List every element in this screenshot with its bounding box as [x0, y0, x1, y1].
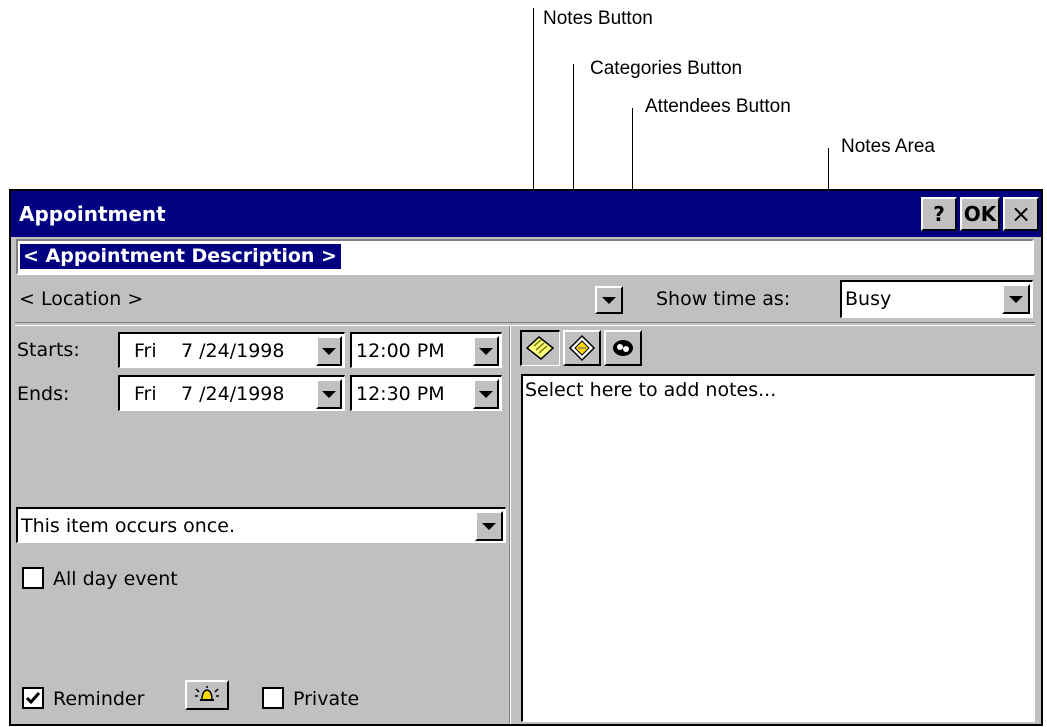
recurrence-value: This item occurs once.	[21, 515, 235, 537]
location-dropdown-button[interactable]	[595, 286, 623, 314]
bell-icon	[195, 686, 219, 701]
end-time-dropdown-button[interactable]	[473, 379, 499, 409]
help-button[interactable]: ?	[921, 197, 957, 231]
ok-button[interactable]: OK	[960, 197, 1000, 231]
start-date-field[interactable]: Fri 7 /24/1998	[118, 332, 345, 368]
callout-notes-button: Notes Button	[543, 8, 653, 29]
show-time-as-label: Show time as:	[656, 288, 791, 310]
close-button[interactable]: ×	[1003, 197, 1039, 231]
chevron-down-icon	[322, 391, 336, 398]
end-date: 7 /24/1998	[181, 383, 285, 405]
chevron-down-icon	[479, 348, 493, 355]
categories-icon	[568, 334, 596, 362]
attendees-icon	[613, 340, 633, 356]
pane-divider	[509, 326, 511, 724]
all-day-label: All day event	[53, 568, 178, 590]
chevron-down-icon	[479, 391, 493, 398]
start-date-dropdown-button[interactable]	[316, 336, 342, 366]
start-time-field[interactable]: 12:00 PM	[350, 332, 502, 368]
starts-label: Starts:	[17, 339, 80, 361]
callout-notes-area: Notes Area	[841, 136, 935, 157]
callout-attendees-button: Attendees Button	[645, 96, 791, 117]
description-field[interactable]: < Appointment Description >	[16, 239, 1034, 275]
private-label: Private	[293, 688, 360, 710]
title-bar: Appointment ? OK ×	[11, 191, 1041, 237]
end-time: 12:30 PM	[356, 383, 445, 405]
show-time-as-select[interactable]: Busy	[840, 280, 1033, 318]
reminder-checkbox[interactable]	[22, 687, 44, 709]
categories-tab-button[interactable]	[563, 330, 601, 366]
start-time: 12:00 PM	[356, 340, 445, 362]
window-title: Appointment	[19, 202, 166, 226]
notes-placeholder: Select here to add notes...	[525, 379, 777, 401]
location-field[interactable]: < Location >	[19, 288, 143, 310]
recurrence-select[interactable]: This item occurs once.	[16, 507, 506, 543]
chevron-down-icon	[602, 297, 616, 304]
show-time-as-value: Busy	[845, 288, 892, 310]
end-day: Fri	[134, 383, 157, 405]
start-date: 7 /24/1998	[181, 340, 285, 362]
end-date-dropdown-button[interactable]	[316, 379, 342, 409]
end-time-field[interactable]: 12:30 PM	[350, 375, 502, 411]
chevron-down-icon	[482, 523, 496, 530]
reminder-sound-button[interactable]	[185, 680, 229, 710]
show-time-as-dropdown-button[interactable]	[1002, 284, 1030, 314]
recurrence-dropdown-button[interactable]	[475, 511, 503, 541]
chevron-down-icon	[1009, 296, 1023, 303]
end-date-field[interactable]: Fri 7 /24/1998	[118, 375, 345, 411]
all-day-checkbox[interactable]	[22, 567, 44, 589]
attendees-tab-button[interactable]	[604, 330, 642, 366]
callout-categories-button: Categories Button	[590, 58, 743, 79]
reminder-label: Reminder	[53, 688, 145, 710]
appointment-window: Appointment ? OK × < Appointment Descrip…	[9, 189, 1043, 726]
description-text: < Appointment Description >	[20, 244, 341, 269]
start-time-dropdown-button[interactable]	[473, 336, 499, 366]
notes-tab-button[interactable]	[520, 330, 560, 366]
check-mark-icon	[25, 692, 41, 705]
notes-area[interactable]: Select here to add notes...	[521, 374, 1035, 722]
notes-icon	[525, 336, 555, 360]
divider	[15, 322, 1035, 326]
ends-label: Ends:	[17, 383, 70, 405]
start-day: Fri	[134, 340, 157, 362]
private-checkbox[interactable]	[262, 687, 284, 709]
chevron-down-icon	[322, 348, 336, 355]
